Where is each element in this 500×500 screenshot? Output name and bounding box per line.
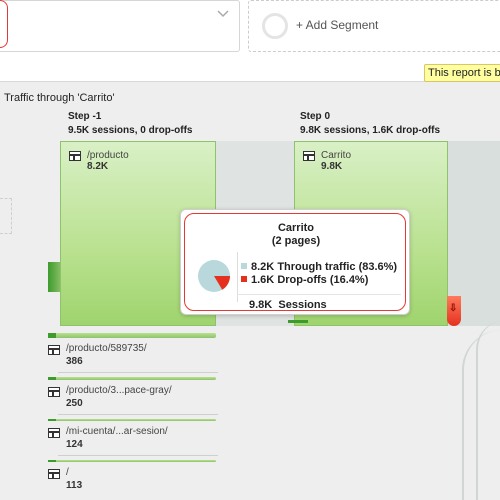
list-item[interactable]: / 113 [48,460,216,491]
dropoff-arrow-icon: ⇩ [449,303,458,314]
through-flow-line [288,320,308,323]
add-segment-button[interactable]: + Add Segment [296,18,378,32]
list-item-bar [48,460,216,462]
page-table-icon [48,345,60,355]
step-name: Step 0 [300,111,331,122]
list-item[interactable]: /producto/589735/ 386 [48,333,216,367]
chevron-down-icon [217,10,229,18]
node-label: /producto 8.2K [69,150,129,172]
highlight-outline [0,0,8,48]
list-item[interactable]: /producto/3...pace-gray/ 250 [48,377,216,409]
highlight-outline [184,213,406,311]
list-item-count: 250 [66,398,83,409]
node-count: 9.8K [321,161,343,172]
page-table-icon [69,151,81,161]
step-summary: 9.5K sessions, 0 drop-offs [68,125,193,136]
list-item-name: / [66,467,69,478]
list-item-bar [48,377,216,380]
list-item-bar [48,419,216,421]
step-summary: 9.8K sessions, 1.6K drop-offs [300,125,441,136]
flow-line [476,320,500,500]
divider [58,372,218,373]
list-item-label: /producto/3...pace-gray/ 250 [48,385,216,409]
list-item-bar [48,333,216,338]
node-count: 8.2K [87,161,109,172]
step-header-minus1: Step -1 9.5K sessions, 0 drop-offs [68,111,192,136]
segment-selector[interactable] [0,0,240,52]
list-item[interactable]: /mi-cuenta/...ar-sesion/ 124 [48,419,216,450]
list-item-name: /producto/589735/ [66,343,147,354]
page-table-icon [48,387,60,397]
collapsed-node[interactable] [0,198,12,234]
list-item-label: / 113 [48,467,216,491]
list-item-count: 124 [66,439,83,450]
divider [58,414,218,415]
step-header-0: Step 0 9.8K sessions, 1.6K drop-offs [300,111,440,136]
list-item-name: /mi-cuenta/...ar-sesion/ [66,426,168,437]
list-item-count: 386 [66,356,83,367]
page-table-icon [48,469,60,479]
list-item-label: /producto/589735/ 386 [48,343,216,367]
add-segment-circle-icon [262,13,288,39]
page-table-icon [48,428,60,438]
divider [58,455,218,456]
report-notice: This report is b [424,64,500,82]
node-label: Carrito 9.8K [303,150,351,172]
page-table-icon [303,151,315,161]
list-item-name: /producto/3...pace-gray/ [66,385,172,396]
list-item-label: /mi-cuenta/...ar-sesion/ 124 [48,426,216,450]
report-title: Traffic through 'Carrito' [4,92,115,104]
list-item-count: 113 [66,480,83,491]
step-name: Step -1 [68,111,102,122]
